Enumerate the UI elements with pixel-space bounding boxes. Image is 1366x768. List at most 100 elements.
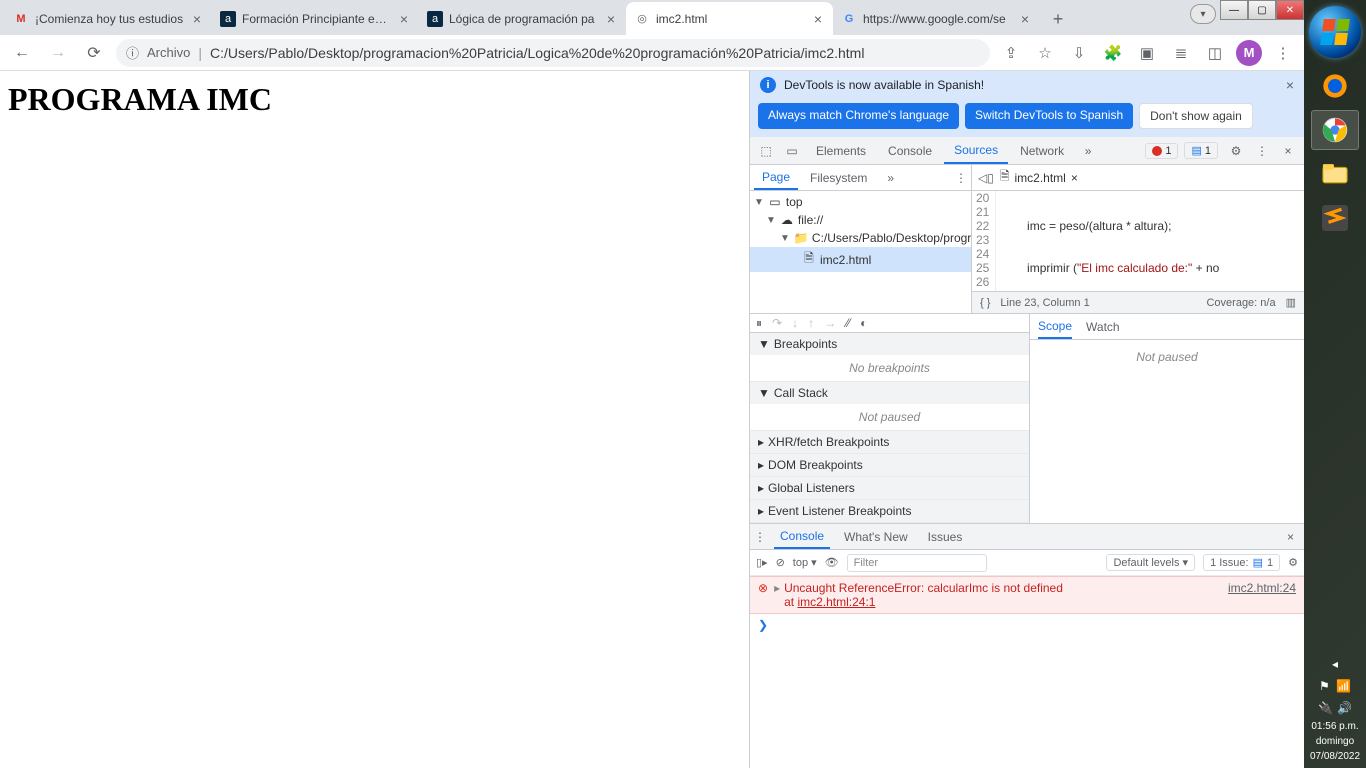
- nav-tab-filesystem[interactable]: Filesystem: [802, 165, 875, 190]
- console-filter-input[interactable]: Filter: [847, 554, 987, 572]
- close-icon[interactable]: ×: [1018, 12, 1032, 26]
- global-listeners-section[interactable]: ▸Global Listeners: [750, 477, 1029, 500]
- tree-scheme[interactable]: ▼☁file://: [750, 211, 971, 229]
- tab-gmail[interactable]: M ¡Comienza hoy tus estudios ×: [5, 2, 212, 35]
- explorer-icon[interactable]: [1311, 154, 1359, 194]
- chevron-down-icon[interactable]: ▾: [1190, 4, 1216, 24]
- switch-spanish-button[interactable]: Switch DevTools to Spanish: [965, 103, 1133, 129]
- inspect-icon[interactable]: ⬚: [754, 139, 778, 163]
- new-tab-button[interactable]: +: [1044, 5, 1072, 33]
- flag-icon[interactable]: ⚑: [1319, 677, 1330, 695]
- drawer-menu-icon[interactable]: ⋮: [754, 530, 766, 544]
- tree-folder[interactable]: ▼📁C:/Users/Pablo/Desktop/progra: [750, 229, 971, 247]
- volume-icon[interactable]: 🔊: [1337, 699, 1352, 717]
- step-over-icon[interactable]: ↷: [772, 316, 782, 330]
- close-icon[interactable]: ×: [1071, 171, 1078, 185]
- close-window-button[interactable]: ✕: [1276, 0, 1304, 20]
- profile-avatar[interactable]: M: [1236, 40, 1262, 66]
- address-bar[interactable]: ⓘ Archivo | C:/Users/Pablo/Desktop/progr…: [116, 39, 990, 67]
- issue-badge[interactable]: ▤1: [1184, 142, 1218, 159]
- tree-file[interactable]: 🗎imc2.html: [750, 247, 971, 272]
- gear-icon[interactable]: ⚙: [1224, 139, 1248, 163]
- console-output[interactable]: ⊗ ▸ Uncaught ReferenceError: calcularImc…: [750, 576, 1304, 768]
- maximize-button[interactable]: ▢: [1248, 0, 1276, 20]
- more-tabs-icon[interactable]: »: [1076, 139, 1100, 163]
- xhr-bp-section[interactable]: ▸XHR/fetch Breakpoints: [750, 431, 1029, 454]
- file-tree[interactable]: ▼▭top ▼☁file:// ▼📁C:/Users/Pablo/Desktop…: [750, 191, 971, 313]
- editor-tab-imc2[interactable]: 🗎imc2.html×: [1000, 167, 1078, 188]
- menu-icon[interactable]: ⋮: [1270, 40, 1296, 66]
- breakpoints-section[interactable]: ▼Breakpoints No breakpoints: [750, 333, 1029, 382]
- star-icon[interactable]: ☆: [1032, 40, 1058, 66]
- tab-console[interactable]: Console: [878, 137, 942, 164]
- code-editor[interactable]: 20 21 22 23 24 25 26 27 imc = peso: [972, 191, 1304, 291]
- console-prompt[interactable]: ❯: [750, 614, 1304, 636]
- back-button[interactable]: ←: [8, 39, 36, 67]
- gear-icon[interactable]: ⚙: [1288, 556, 1298, 569]
- nav-back-icon[interactable]: ◁▯: [978, 171, 994, 185]
- dont-show-button[interactable]: Don't show again: [1139, 103, 1253, 129]
- reload-button[interactable]: ⟳: [80, 39, 108, 67]
- close-icon[interactable]: ×: [604, 12, 618, 26]
- deactivate-bp-icon[interactable]: ⁄⁄: [846, 316, 850, 330]
- info-icon[interactable]: ⓘ: [126, 43, 139, 62]
- step-out-icon[interactable]: ↑: [808, 316, 814, 330]
- close-icon[interactable]: ×: [397, 12, 411, 26]
- tab-elements[interactable]: Elements: [806, 137, 876, 164]
- tab-imc2[interactable]: ◎ imc2.html ×: [626, 2, 833, 35]
- more-icon[interactable]: ⋮: [1250, 139, 1274, 163]
- forward-button[interactable]: →: [44, 39, 72, 67]
- tab-formacion[interactable]: a Formación Principiante en P ×: [212, 2, 419, 35]
- pause-exceptions-icon[interactable]: ◐: [860, 316, 867, 330]
- system-tray[interactable]: ◂ ⚑📶 🔌🔊 01:56 p.m. domingo 07/08/2022: [1308, 649, 1362, 768]
- context-selector[interactable]: top ▾: [793, 556, 817, 569]
- nav-tab-page[interactable]: Page: [754, 165, 798, 190]
- cast-icon[interactable]: ▣: [1134, 40, 1160, 66]
- clock-time[interactable]: 01:56 p.m.: [1310, 719, 1360, 734]
- error-source-link[interactable]: imc2.html:24: [1228, 581, 1296, 609]
- tree-top[interactable]: ▼▭top: [750, 193, 971, 211]
- step-into-icon[interactable]: ↓: [792, 316, 798, 330]
- tab-logica[interactable]: a Lógica de programación pa ×: [419, 2, 626, 35]
- step-icon[interactable]: →: [824, 316, 836, 330]
- show-hidden-icon[interactable]: ◂: [1332, 655, 1338, 673]
- drawer-tab-console[interactable]: Console: [774, 524, 830, 549]
- tab-network[interactable]: Network: [1010, 137, 1074, 164]
- download-icon[interactable]: ⇩: [1066, 40, 1092, 66]
- device-icon[interactable]: ▭: [780, 139, 804, 163]
- network-icon[interactable]: 📶: [1336, 677, 1351, 695]
- tab-sources[interactable]: Sources: [944, 137, 1008, 164]
- kebab-icon[interactable]: ⋮: [955, 171, 967, 185]
- close-devtools-icon[interactable]: ×: [1276, 139, 1300, 163]
- error-badge[interactable]: 1: [1145, 143, 1178, 159]
- share-icon[interactable]: ⇪: [998, 40, 1024, 66]
- drawer-tab-issues[interactable]: Issues: [922, 530, 969, 544]
- close-icon[interactable]: ×: [811, 12, 825, 26]
- coverage-icon[interactable]: ▥: [1286, 296, 1296, 309]
- dom-bp-section[interactable]: ▸DOM Breakpoints: [750, 454, 1029, 477]
- tab-scope[interactable]: Scope: [1038, 314, 1072, 339]
- more-icon[interactable]: »: [879, 165, 902, 190]
- tab-watch[interactable]: Watch: [1086, 320, 1120, 334]
- close-icon[interactable]: ×: [190, 12, 204, 26]
- chrome-icon[interactable]: [1311, 110, 1359, 150]
- close-icon[interactable]: ×: [1286, 77, 1294, 93]
- tab-google[interactable]: G https://www.google.com/se ×: [833, 2, 1040, 35]
- live-expression-icon[interactable]: 👁: [825, 556, 839, 569]
- close-drawer-icon[interactable]: ×: [1281, 530, 1300, 544]
- reading-list-icon[interactable]: ≣: [1168, 40, 1194, 66]
- issues-indicator[interactable]: 1 Issue:▤1: [1203, 554, 1280, 571]
- braces-icon[interactable]: { }: [980, 297, 990, 309]
- sidebar-toggle-icon[interactable]: ▯▸: [756, 556, 768, 569]
- side-panel-icon[interactable]: ◫: [1202, 40, 1228, 66]
- event-listener-bp-section[interactable]: ▸Event Listener Breakpoints: [750, 500, 1029, 523]
- expand-icon[interactable]: ▸: [774, 581, 780, 609]
- pause-icon[interactable]: ⏸: [756, 316, 762, 331]
- clear-console-icon[interactable]: ⊘: [776, 556, 785, 569]
- callstack-section[interactable]: ▼Call Stack Not paused: [750, 382, 1029, 431]
- minimize-button[interactable]: —: [1220, 0, 1248, 20]
- drawer-tab-whatsnew[interactable]: What's New: [838, 530, 914, 544]
- extensions-icon[interactable]: 🧩: [1100, 40, 1126, 66]
- sublime-icon[interactable]: [1311, 198, 1359, 238]
- start-button[interactable]: [1309, 6, 1361, 58]
